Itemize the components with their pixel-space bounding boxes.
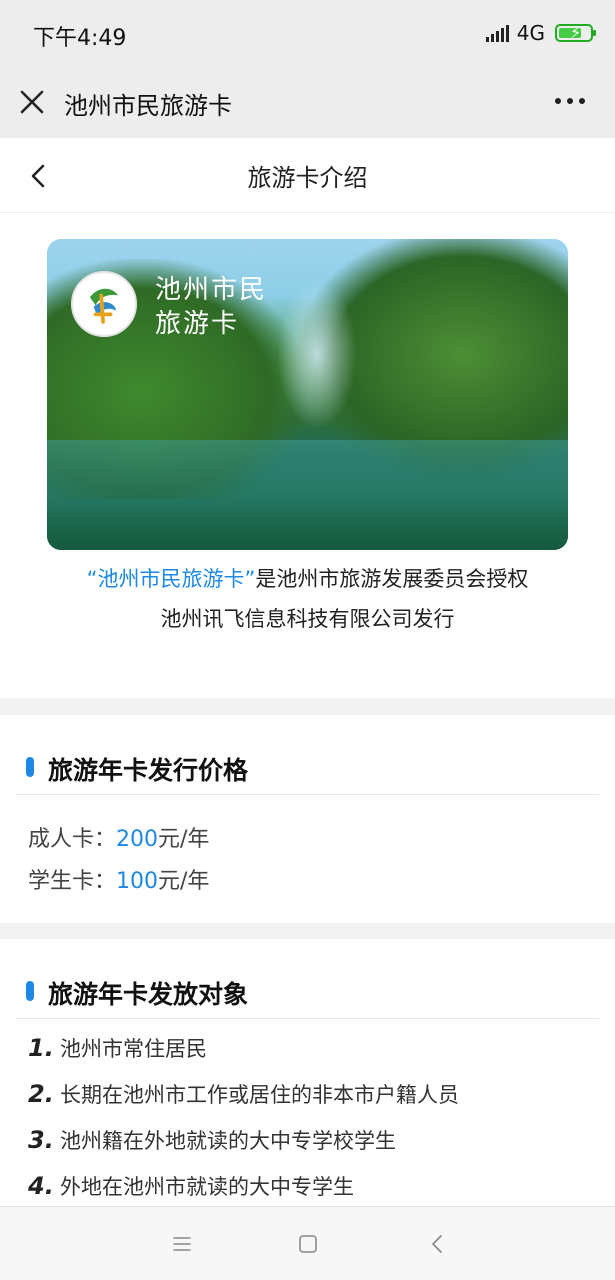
close-icon[interactable] [18, 88, 46, 116]
list-item: 1. 池州市常住居民 [28, 1034, 207, 1062]
card-title-line2: 旅游卡 [155, 309, 240, 339]
list-item: 4. 外地在池州市就读的大中专学生 [28, 1172, 354, 1200]
intro-section: 池州市民 旅游卡 “池州市民旅游卡”是池州市旅游发展委员会授权 池州讯飞信息科技… [0, 213, 615, 698]
price-value: 100 [116, 869, 159, 894]
app-bar: 池州市民旅游卡 [0, 68, 615, 138]
page-title: 旅游卡介绍 [247, 164, 368, 192]
network-type: 4G [516, 21, 545, 45]
more-icon[interactable] [555, 88, 585, 104]
card-title: 池州市民 旅游卡 [155, 273, 267, 341]
signal-icon [485, 24, 509, 42]
intro-highlight: “池州市民旅游卡” [86, 567, 256, 591]
price-list: 成人卡：200元/年 学生卡：100元/年 [28, 819, 209, 903]
list-item: 2. 长期在池州市工作或居住的非本市户籍人员 [28, 1080, 459, 1108]
target-list: 1. 池州市常住居民 2. 长期在池州市工作或居住的非本市户籍人员 3. 池州籍在外地… [28, 1025, 459, 1206]
battery-icon: ⚡ [555, 24, 596, 42]
back-nav-icon[interactable] [427, 1233, 449, 1255]
status-bar: 下午4:49 4G ⚡ [0, 0, 615, 68]
system-nav-bar [0, 1206, 615, 1280]
card-logo-icon [71, 271, 137, 337]
target-section-title: 旅游年卡发放对象 [48, 980, 249, 1009]
app-title: 池州市民旅游卡 [64, 92, 232, 120]
page-content: 旅游卡介绍 池州市民 旅游卡 “池州市民旅游卡”是池州市旅游发展委员会授权 池州… [0, 138, 615, 1206]
home-icon[interactable] [297, 1233, 319, 1255]
price-value: 200 [116, 827, 159, 852]
card-image: 池州市民 旅游卡 [47, 239, 568, 550]
page-nav: 旅游卡介绍 [0, 138, 615, 213]
target-section-header: 旅游年卡发放对象 [16, 939, 599, 1019]
target-section: 旅游年卡发放对象 1. 池州市常住居民 2. 长期在池州市工作或居住的非本市户籍人员… [0, 939, 615, 1206]
price-section: 旅游年卡发行价格 成人卡：200元/年 学生卡：100元/年 [0, 715, 615, 923]
list-item: 3. 池州籍在外地就读的大中专学校学生 [28, 1126, 396, 1154]
status-time: 下午4:49 [33, 26, 127, 51]
price-row-adult: 成人卡：200元/年 [28, 827, 210, 852]
intro-rest: 是池州市旅游发展委员会授权 [255, 567, 529, 591]
status-right: 4G ⚡ [485, 21, 596, 45]
section-marker [26, 757, 34, 777]
price-section-title: 旅游年卡发行价格 [48, 756, 249, 785]
card-title-line1: 池州市民 [155, 275, 268, 305]
price-section-header: 旅游年卡发行价格 [16, 715, 599, 795]
intro-text: “池州市民旅游卡”是池州市旅游发展委员会授权 池州讯飞信息科技有限公司发行 [0, 559, 615, 639]
price-row-student: 学生卡：100元/年 [28, 869, 210, 894]
section-marker [26, 981, 34, 1001]
menu-icon[interactable] [171, 1233, 193, 1255]
intro-line2: 池州讯飞信息科技有限公司发行 [160, 607, 455, 631]
